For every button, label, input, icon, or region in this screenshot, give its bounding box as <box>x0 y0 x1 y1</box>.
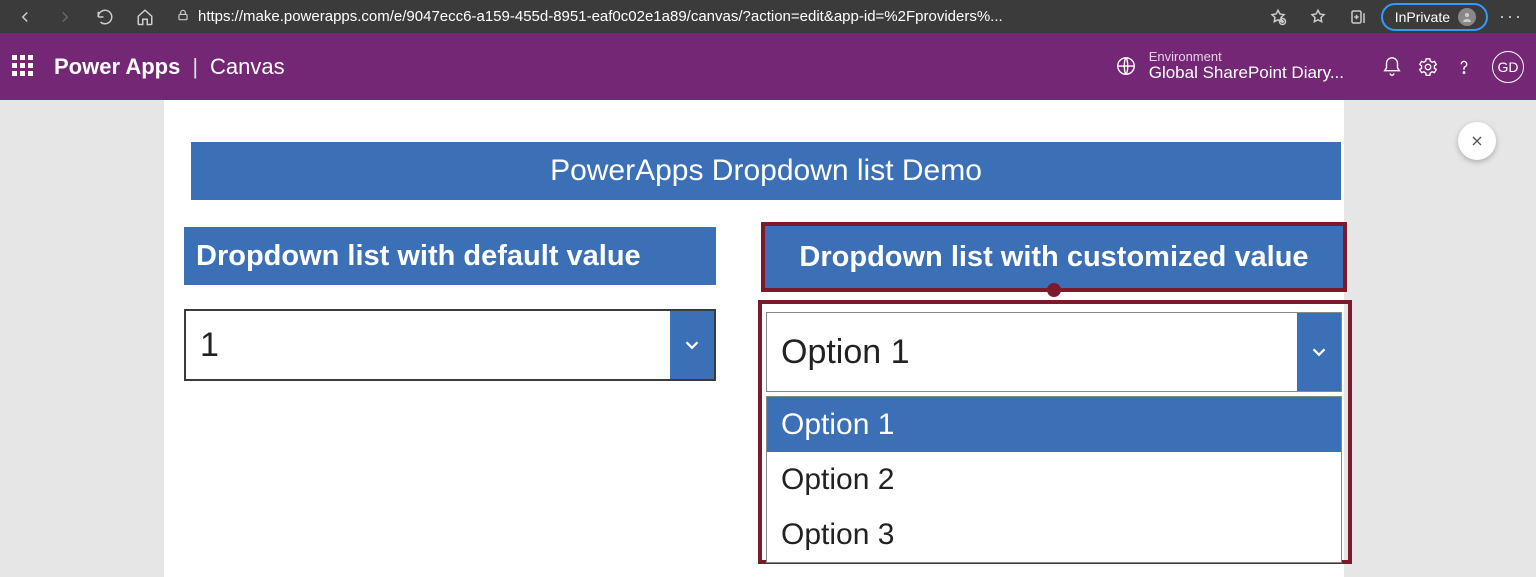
breadcrumb-canvas[interactable]: Canvas <box>210 54 285 80</box>
dropdown-default[interactable]: 1 <box>184 309 716 381</box>
collections-icon[interactable] <box>1341 3 1375 31</box>
forward-button[interactable] <box>48 3 82 31</box>
waffle-icon[interactable] <box>12 55 36 79</box>
canvas-background: PowerApps Dropdown list Demo Dropdown li… <box>0 100 1536 577</box>
environment-picker[interactable]: Environment Global SharePoint Diary... <box>1115 50 1344 83</box>
dropdown-option[interactable]: Option 1 <box>767 397 1341 452</box>
settings-button[interactable] <box>1410 56 1446 78</box>
environment-name: Global SharePoint Diary... <box>1149 64 1344 83</box>
app-canvas: PowerApps Dropdown list Demo Dropdown li… <box>164 100 1344 577</box>
lock-icon <box>176 8 190 26</box>
section-label-customized: Dropdown list with customized value <box>765 226 1343 288</box>
app-name[interactable]: Power Apps <box>54 54 180 80</box>
browser-chrome: https://make.powerapps.com/e/9047ecc6-a1… <box>0 0 1536 33</box>
url-text: https://make.powerapps.com/e/9047ecc6-a1… <box>198 8 1003 25</box>
profile-icon <box>1458 8 1476 26</box>
notifications-button[interactable] <box>1374 56 1410 78</box>
help-button[interactable] <box>1446 56 1482 78</box>
back-button[interactable] <box>8 3 42 31</box>
chevron-down-icon <box>670 311 714 379</box>
dropdown-options-list: Option 1 Option 2 Option 3 <box>766 396 1342 563</box>
resize-handle-bottom[interactable] <box>1047 283 1061 297</box>
reading-add-icon[interactable] <box>1261 3 1295 31</box>
demo-title-label: PowerApps Dropdown list Demo <box>191 142 1341 200</box>
breadcrumb: Power Apps | Canvas <box>54 54 285 80</box>
close-panel-button[interactable] <box>1458 122 1496 160</box>
dropdown-option[interactable]: Option 2 <box>767 452 1341 507</box>
dropdown-customized[interactable]: Option 1 <box>766 312 1342 392</box>
selected-control-outline[interactable]: Dropdown list with customized value <box>761 222 1347 292</box>
refresh-button[interactable] <box>88 3 122 31</box>
environment-label: Environment <box>1149 50 1344 64</box>
globe-icon <box>1115 55 1137 77</box>
dropdown-customized-value: Option 1 <box>767 313 1297 391</box>
user-avatar[interactable]: GD <box>1492 51 1524 83</box>
section-label-default: Dropdown list with default value <box>184 227 716 285</box>
chevron-down-icon <box>1297 313 1341 391</box>
breadcrumb-separator: | <box>192 54 198 80</box>
favorites-icon[interactable] <box>1301 3 1335 31</box>
address-bar[interactable]: https://make.powerapps.com/e/9047ecc6-a1… <box>168 4 1255 30</box>
inprivate-badge[interactable]: InPrivate <box>1381 3 1488 31</box>
inprivate-label: InPrivate <box>1395 9 1450 25</box>
dropdown-default-value: 1 <box>186 311 670 379</box>
annotation-box: Option 1 Option 1 Option 2 Option 3 <box>758 300 1352 564</box>
more-button[interactable]: ··· <box>1494 6 1528 27</box>
dropdown-option[interactable]: Option 3 <box>767 507 1341 562</box>
powerapps-header: Power Apps | Canvas Environment Global S… <box>0 33 1536 100</box>
home-button[interactable] <box>128 3 162 31</box>
